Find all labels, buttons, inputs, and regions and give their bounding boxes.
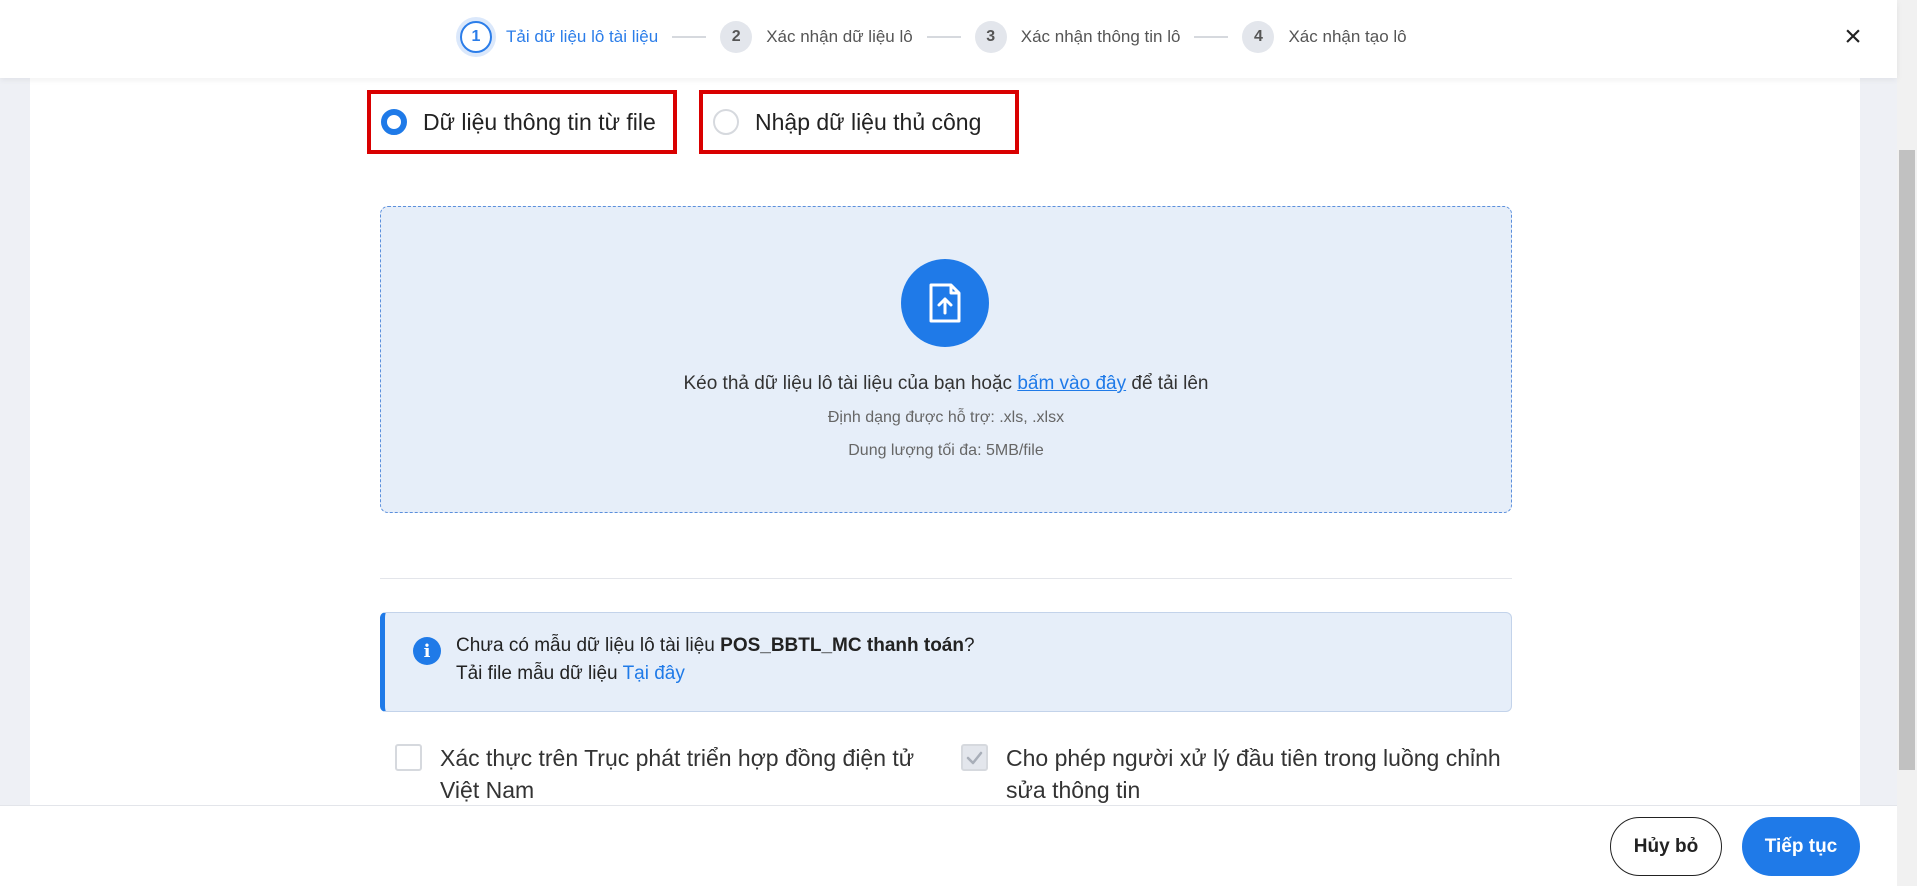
template-info-box: i Chưa có mẫu dữ liệu lô tài liệu POS_BB… [380,612,1512,712]
info-line-2: Tải file mẫu dữ liệu Tại đây [456,663,685,685]
scrollbar-thumb[interactable] [1899,150,1915,770]
template-name: POS_BBTL_MC thanh toán [720,635,964,656]
radio-option-file[interactable]: Dữ liệu thông tin từ file [367,90,677,154]
radio-unchecked-icon[interactable] [713,109,739,135]
step-3-number: 3 [974,21,1007,53]
step-3: 3 Xác nhận thông tin lô [974,21,1181,53]
step-2: 2 Xác nhận dữ liệu lô [720,21,913,53]
step-4: 4 Xác nhận tạo lô [1242,21,1407,53]
close-icon[interactable]: × [1838,22,1868,52]
step-1-number: 1 [460,21,492,53]
cancel-button[interactable]: Hủy bỏ [1610,817,1722,876]
allow-edit-checkbox-label: Cho phép người xử lý đầu tiên trong luồn… [1006,745,1501,803]
step-2-number: 2 [720,21,753,53]
step-1-label: Tải dữ liệu lô tài liệu [506,27,659,46]
divider [380,578,1512,579]
dropzone-text-after: để tải lên [1126,373,1209,394]
step-4-label: Xác nhận tạo lô [1288,27,1407,46]
footer-bar: Hủy bỏ Tiếp tục [0,805,1897,886]
dropzone-text-before: Kéo thả dữ liệu lô tài liệu của bạn hoặc [683,373,1018,394]
continue-button[interactable]: Tiếp tục [1742,817,1860,876]
info-text: Chưa có mẫu dữ liệu lô tài liệu [456,635,721,656]
verify-checkbox-label: Xác thực trên Trục phát triển hợp đồng đ… [440,745,915,803]
radio-checked-icon[interactable] [381,109,407,135]
step-4-number: 4 [1242,21,1275,53]
supported-formats: Định dạng được hỗ trợ: .xls, .xlsx [827,409,1065,426]
radio-option-manual[interactable]: Nhập dữ liệu thủ công [699,90,1019,154]
check-icon [966,751,983,765]
dropzone-instruction: Kéo thả dữ liệu lô tài liệu của bạn hoặc… [381,373,1511,395]
info-icon: i [413,637,441,665]
allow-edit-checkbox[interactable] [961,744,988,771]
file-upload-icon[interactable] [901,259,989,347]
radio-option-manual-label: Nhập dữ liệu thủ công [755,108,982,135]
step-3-label: Xác nhận thông tin lô [1020,27,1181,46]
verify-checkbox[interactable] [395,744,422,771]
info-text-end: ? [963,635,975,656]
header-bar: 1 Tải dữ liệu lô tài liệu 2 Xác nhận dữ … [0,0,1897,78]
stepper: 1 Tải dữ liệu lô tài liệu 2 Xác nhận dữ … [460,18,1407,56]
browse-link[interactable]: bấm vào đây [1017,373,1126,394]
download-text: Tải file mẫu dữ liệu [456,663,623,684]
radio-option-file-label: Dữ liệu thông tin từ file [423,108,656,135]
info-line-1: Chưa có mẫu dữ liệu lô tài liệu POS_BBTL… [456,635,975,657]
step-1: 1 Tải dữ liệu lô tài liệu [460,21,658,53]
step-connector [672,36,707,38]
verify-option[interactable]: Xác thực trên Trục phát triển hợp đồng đ… [395,742,935,806]
step-2-label: Xác nhận dữ liệu lô [766,27,913,46]
allow-edit-option[interactable]: Cho phép người xử lý đầu tiên trong luồn… [961,742,1516,806]
step-connector [926,36,961,38]
download-template-link[interactable]: Tại đây [623,663,685,684]
file-dropzone[interactable]: Kéo thả dữ liệu lô tài liệu của bạn hoặc… [380,206,1512,513]
max-file-size: Dung lượng tối đa: 5MB/file [848,442,1044,459]
step-connector [1194,36,1229,38]
